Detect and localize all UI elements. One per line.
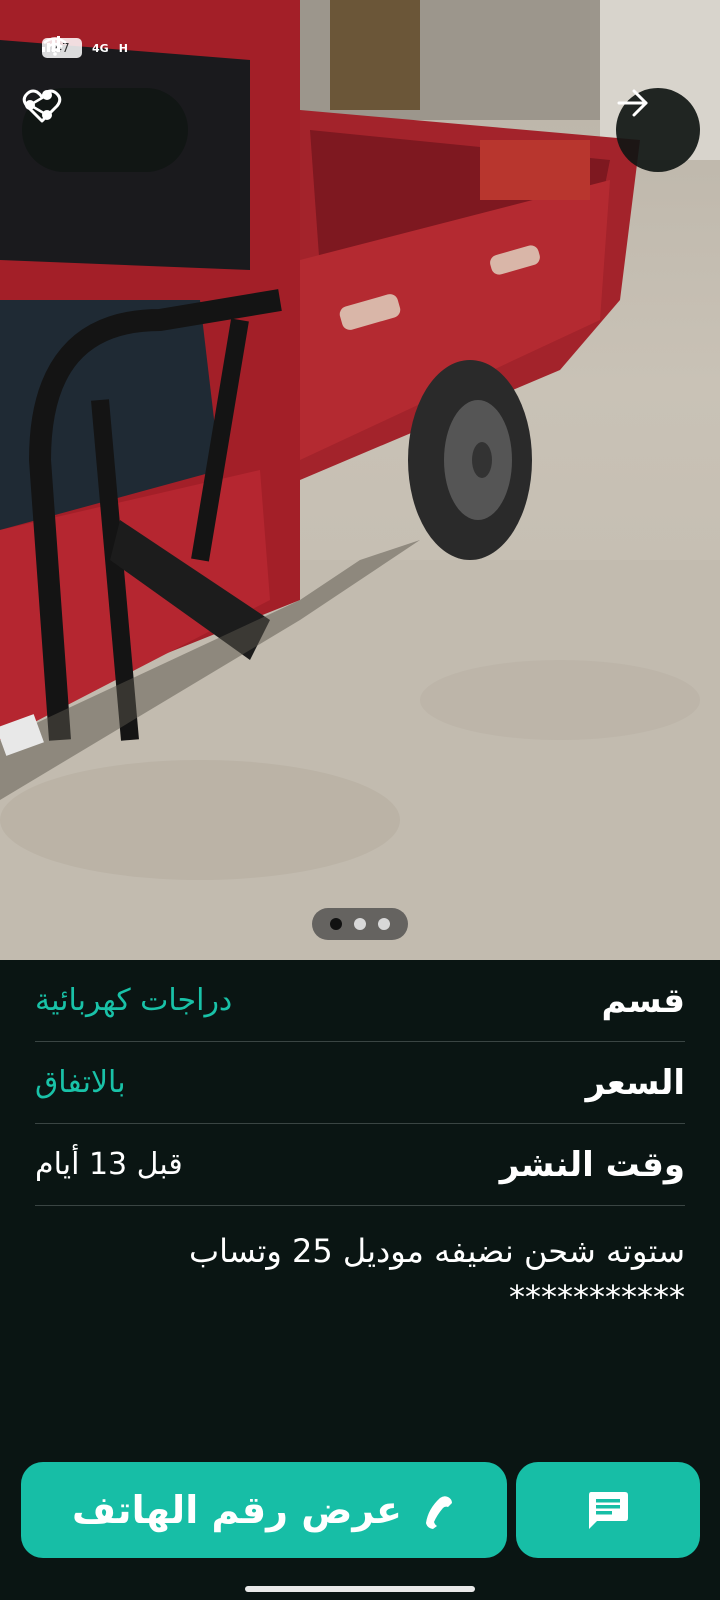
chat-button[interactable]: [516, 1462, 700, 1558]
posted-label: وقت النشر: [499, 1144, 685, 1185]
photo-actions: [22, 88, 188, 172]
show-phone-label: عرض رقم الهاتف: [72, 1488, 402, 1532]
listing-details: قسم دراجات كهربائية السعر بالاتفاق وقت ا…: [35, 960, 685, 1320]
photo-pager: [312, 908, 408, 940]
next-photo-button[interactable]: [616, 88, 700, 172]
phone-icon: [425, 1496, 452, 1529]
listing-description: ستوته شحن نضيفه موديل 25 وتساب *********…: [35, 1206, 685, 1320]
description-line: ستوته شحن نضيفه موديل 25 وتساب: [189, 1232, 685, 1270]
price-label: السعر: [585, 1062, 685, 1103]
network-type-2: H: [118, 41, 128, 55]
status-bar: 47 4G H: [42, 36, 128, 60]
chat-icon: [589, 1492, 628, 1529]
price-row: السعر بالاتفاق: [35, 1042, 685, 1124]
pager-dot[interactable]: [354, 918, 366, 930]
arrow-right-icon: [617, 89, 648, 117]
pager-dot[interactable]: [330, 918, 342, 930]
posted-value: قبل 13 أيام: [35, 1147, 183, 1182]
listing-photo[interactable]: 47 4G H: [0, 0, 720, 960]
category-value[interactable]: دراجات كهربائية: [35, 983, 232, 1018]
favorite-button[interactable]: [22, 89, 163, 154]
heart-icon: [22, 89, 62, 123]
category-label: قسم: [601, 980, 685, 1021]
wifi-icon: [43, 37, 67, 56]
price-value: بالاتفاق: [35, 1065, 126, 1100]
pager-dot[interactable]: [378, 918, 390, 930]
category-row: قسم دراجات كهربائية: [35, 960, 685, 1042]
show-phone-button[interactable]: عرض رقم الهاتف: [21, 1462, 507, 1558]
description-line: ***********: [509, 1278, 685, 1316]
home-indicator[interactable]: [245, 1586, 475, 1592]
posted-row: وقت النشر قبل 13 أيام: [35, 1124, 685, 1206]
network-type: 4G: [92, 41, 109, 55]
